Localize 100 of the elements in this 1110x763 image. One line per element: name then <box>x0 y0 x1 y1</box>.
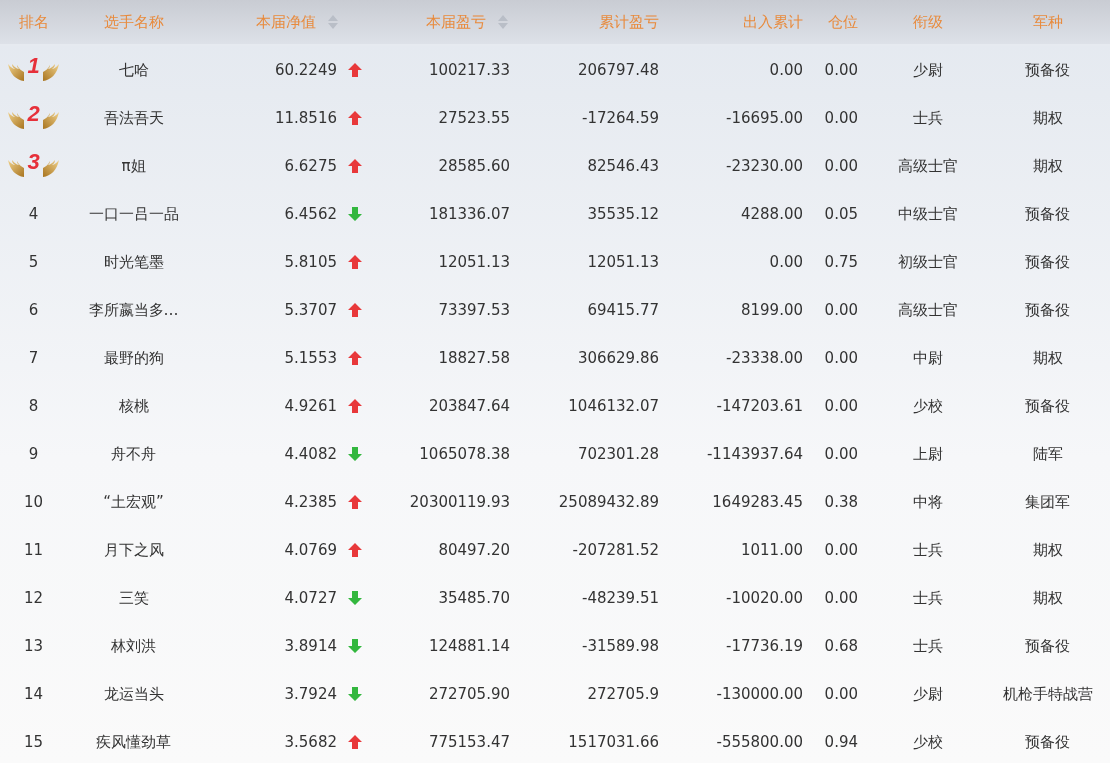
rank-number: 8 <box>28 397 39 415</box>
table-cell: 6.4562 <box>284 205 337 223</box>
rank-number: 9 <box>28 445 39 463</box>
rank-number: 11 <box>23 541 44 559</box>
rank-number: 7 <box>28 349 39 367</box>
player-name[interactable]: 一口一吕一品 <box>88 204 179 224</box>
table-cell: 6.6275 <box>284 157 337 175</box>
table-cell: -555800.00 <box>716 733 803 751</box>
player-name[interactable]: 林刘洪 <box>111 636 156 656</box>
table-cell: 期权 <box>1032 156 1063 176</box>
table-cell: 预备役 <box>1025 300 1070 320</box>
table-cell: 0.00 <box>824 349 858 367</box>
table-cell: 少尉 <box>912 60 943 80</box>
table-cell: 4.0727 <box>284 589 337 607</box>
table-cell: 士兵 <box>912 636 943 656</box>
table-cell: 0.00 <box>824 301 858 319</box>
table-cell: 0.94 <box>824 733 858 751</box>
table-cell: 0.00 <box>824 157 858 175</box>
table-cell: 0.00 <box>824 109 858 127</box>
rank-number: 3 <box>27 149 40 175</box>
sort-icon[interactable] <box>498 15 508 29</box>
table-cell: 25089432.89 <box>558 493 659 511</box>
table-cell: 高级士官 <box>897 156 958 176</box>
player-name[interactable]: 龙运当头 <box>103 684 164 704</box>
rank-number: 10 <box>23 493 44 511</box>
player-name[interactable]: 疾风懂劲草 <box>96 732 171 752</box>
table-cell: -10020.00 <box>726 589 803 607</box>
table-cell: 中级士官 <box>897 204 958 224</box>
rank-number: 1 <box>27 53 40 79</box>
table-cell: 0.38 <box>824 493 858 511</box>
table-cell: 702301.28 <box>577 445 659 463</box>
table-cell: 206797.48 <box>577 61 659 79</box>
player-name[interactable]: 月下之风 <box>103 540 164 560</box>
player-name[interactable]: “土宏观” <box>103 492 164 512</box>
table-cell: 期权 <box>1032 108 1063 128</box>
table-cell: -1143937.64 <box>706 445 803 463</box>
table-cell: 0.00 <box>824 61 858 79</box>
column-header: 军种 <box>1032 12 1063 32</box>
table-cell: 4.9261 <box>284 397 337 415</box>
column-header: 排名 <box>18 12 49 32</box>
table-cell: 100217.33 <box>428 61 510 79</box>
column-header: 累计盈亏 <box>599 12 659 32</box>
table-cell: 1011.00 <box>740 541 803 559</box>
table-cell: 0.00 <box>824 589 858 607</box>
table-cell: 4288.00 <box>740 205 803 223</box>
table-cell: 0.00 <box>769 61 803 79</box>
table-cell: 机枪手特战营 <box>1002 684 1093 704</box>
table-cell: 306629.86 <box>577 349 659 367</box>
player-name[interactable]: π姐 <box>121 156 146 176</box>
table-cell: 5.3707 <box>284 301 337 319</box>
rank-number: 15 <box>23 733 44 751</box>
player-name[interactable]: 李所嬴当多… <box>88 300 179 320</box>
player-name[interactable]: 核桃 <box>118 396 149 416</box>
table-cell: -130000.00 <box>716 685 803 703</box>
table-cell: 5.1553 <box>284 349 337 367</box>
table-cell: -147203.61 <box>716 397 803 415</box>
table-cell: 初级士官 <box>897 252 958 272</box>
table-cell: -17264.59 <box>582 109 659 127</box>
table-cell: 士兵 <box>912 108 943 128</box>
column-header: 选手名称 <box>103 12 164 32</box>
table-cell: 0.00 <box>824 397 858 415</box>
table-cell: 272705.90 <box>428 685 510 703</box>
table-cell: -23338.00 <box>726 349 803 367</box>
table-cell: -16695.00 <box>726 109 803 127</box>
table-cell: 12051.13 <box>587 253 659 271</box>
player-name[interactable]: 三笑 <box>118 588 149 608</box>
table-cell: 1046132.07 <box>568 397 659 415</box>
sort-icon[interactable] <box>328 15 338 29</box>
table-cell: 4.4082 <box>284 445 337 463</box>
table-cell: -23230.00 <box>726 157 803 175</box>
player-name[interactable]: 七哈 <box>118 60 149 80</box>
table-cell: 期权 <box>1032 348 1063 368</box>
table-cell: 3.7924 <box>284 685 337 703</box>
table-cell: 203847.64 <box>428 397 510 415</box>
table-cell: 20300119.93 <box>409 493 510 511</box>
table-cell: 预备役 <box>1025 396 1070 416</box>
rank-number: 6 <box>28 301 39 319</box>
player-name[interactable]: 吾法吾天 <box>103 108 164 128</box>
table-cell: 3.8914 <box>284 637 337 655</box>
player-name[interactable]: 最野的狗 <box>103 348 164 368</box>
table-cell: 0.00 <box>769 253 803 271</box>
table-cell: 少尉 <box>912 684 943 704</box>
table-cell: 少校 <box>912 396 943 416</box>
table-cell: 82546.43 <box>587 157 659 175</box>
rank-number: 13 <box>23 637 44 655</box>
player-name[interactable]: 时光笔墨 <box>103 252 164 272</box>
table-cell: 士兵 <box>912 540 943 560</box>
player-name[interactable]: 舟不舟 <box>111 444 156 464</box>
table-cell: 3.5682 <box>284 733 337 751</box>
table-cell: 69415.77 <box>587 301 659 319</box>
table-cell: 12051.13 <box>438 253 510 271</box>
table-cell: 0.00 <box>824 445 858 463</box>
table-cell: 陆军 <box>1032 444 1063 464</box>
table-cell: 士兵 <box>912 588 943 608</box>
table-cell: 0.05 <box>824 205 858 223</box>
table-cell: 0.00 <box>824 685 858 703</box>
table-cell: -48239.51 <box>582 589 659 607</box>
table-cell: 8199.00 <box>740 301 803 319</box>
table-cell: 11.8516 <box>274 109 337 127</box>
table-cell: 上尉 <box>912 444 943 464</box>
